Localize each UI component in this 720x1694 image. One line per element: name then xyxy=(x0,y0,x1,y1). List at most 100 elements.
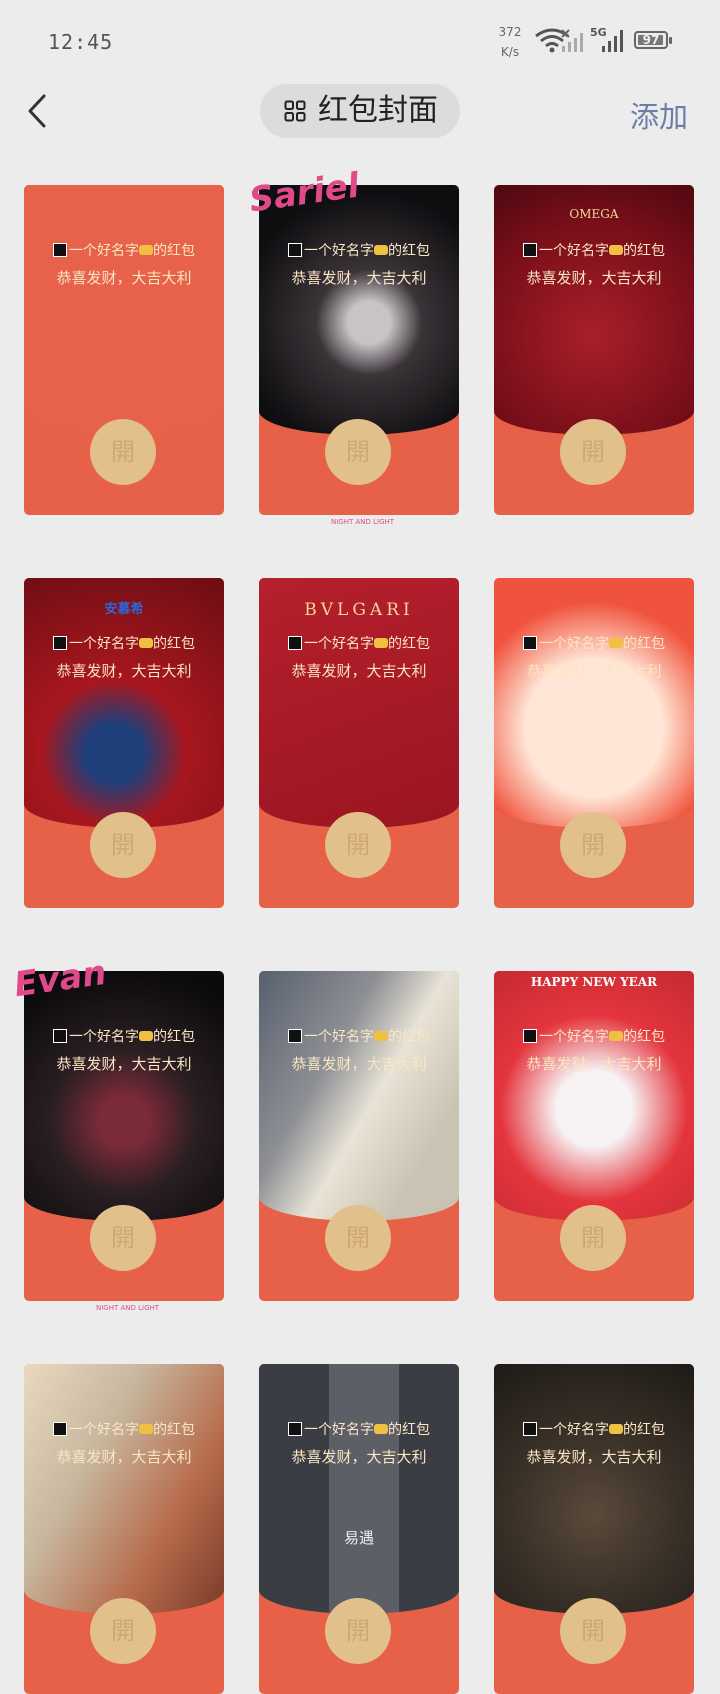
sender-suffix: 的红包 xyxy=(153,243,195,259)
money-bag-icon xyxy=(609,638,623,648)
sender-name: 一个好名字 xyxy=(69,243,139,259)
cover-card-plain-red[interactable]: 一个好名字 的红包 恭喜发财，大吉大利開 xyxy=(24,185,224,515)
signal-icon xyxy=(561,29,583,52)
sender-suffix: 的红包 xyxy=(388,243,430,259)
sender-name: 一个好名字 xyxy=(539,243,609,259)
cover-artwork xyxy=(24,185,224,435)
sender-suffix: 的红包 xyxy=(623,636,665,652)
sender-suffix: 的红包 xyxy=(623,1422,665,1438)
greeting-sender: 一个好名字 的红包 xyxy=(24,240,224,260)
greeting-message: 恭喜发财，大吉大利 xyxy=(56,1448,192,1466)
open-button: 開 xyxy=(560,1598,626,1664)
cover-card-anime-pale[interactable]: 一个好名字 的红包 恭喜发财，大吉大利開 xyxy=(259,971,459,1301)
money-bag-icon xyxy=(139,245,153,255)
sender-name: 一个好名字 xyxy=(304,243,374,259)
cover-card-happy-new-year[interactable]: HAPPY NEW YEAR 一个好名字 的红包 恭喜发财，大吉大利開 xyxy=(494,971,694,1301)
network-speed-value: 372 xyxy=(498,25,522,39)
open-button: 開 xyxy=(90,1598,156,1664)
cover-artwork xyxy=(494,578,694,828)
money-bag-icon xyxy=(374,638,388,648)
cover-artwork xyxy=(494,185,694,435)
status-bar: 12:45 372 K/s 5G 97 xyxy=(0,0,720,80)
cover-caption: 易遇 xyxy=(343,1529,374,1547)
cover-card-chibi-group[interactable]: 一个好名字 的红包 恭喜发财，大吉大利開 xyxy=(494,578,694,908)
avatar xyxy=(523,1422,537,1436)
sender-name: 一个好名字 xyxy=(69,1422,139,1438)
cover-card-bvlgari-dragon[interactable]: BVLGARI 一个好名字 的红包恭喜发财，大吉大利開 xyxy=(259,578,459,908)
back-button[interactable] xyxy=(20,88,60,134)
avatar xyxy=(523,636,537,650)
greeting-sender: 一个好名字 的红包 xyxy=(24,1026,224,1046)
sender-suffix: 的红包 xyxy=(388,636,430,652)
back-chevron-icon xyxy=(28,94,46,128)
sender-suffix: 的红包 xyxy=(153,1422,195,1438)
cover-card-collage[interactable]: 一个好名字 的红包 恭喜发财，大吉大利 易遇開 xyxy=(259,1364,459,1694)
greeting-message: 恭喜发财，大吉大利 xyxy=(56,269,192,287)
avatar xyxy=(523,243,537,257)
avatar xyxy=(53,1422,67,1436)
avatar xyxy=(288,1029,302,1043)
open-button: 開 xyxy=(325,419,391,485)
sender-name: 一个好名字 xyxy=(539,1029,609,1045)
sender-name: 一个好名字 xyxy=(69,1029,139,1045)
greeting-message: 恭喜发财，大吉大利 xyxy=(56,1055,192,1073)
money-bag-icon xyxy=(609,1424,623,1434)
battery-level: 97 xyxy=(642,33,660,47)
sender-suffix: 的红包 xyxy=(153,1029,195,1045)
brand-label: BVLGARI xyxy=(304,600,414,620)
grid-icon xyxy=(284,100,306,122)
cover-card-silver-hair[interactable]: 一个好名字 的红包 恭喜发财，大吉大利開 xyxy=(24,1364,224,1694)
greeting-message: 恭喜发财，大吉大利 xyxy=(291,269,427,287)
cover-footer-tag: NIGHT AND LIGHT xyxy=(331,518,395,526)
greeting-sender: 一个好名字 的红包 xyxy=(24,1419,224,1439)
status-time: 12:45 xyxy=(48,30,114,54)
avatar xyxy=(53,1029,67,1043)
greeting-message: 恭喜发财，大吉大利 xyxy=(291,1055,427,1073)
avatar xyxy=(288,1422,302,1436)
money-bag-icon xyxy=(609,245,623,255)
money-bag-icon xyxy=(374,1424,388,1434)
greeting-message: 恭喜发财，大吉大利 xyxy=(526,662,662,680)
brand-label: HAPPY NEW YEAR xyxy=(530,975,658,989)
open-button: 開 xyxy=(560,1205,626,1271)
money-bag-icon xyxy=(374,1031,388,1041)
money-bag-icon xyxy=(139,1424,153,1434)
greeting-sender: 一个好名字 的红包 xyxy=(494,240,694,260)
add-button[interactable]: 添加 xyxy=(630,94,688,136)
cover-card-anime-sariel[interactable]: 一个好名字 的红包恭喜发财，大吉大利開 xyxy=(259,185,459,515)
avatar xyxy=(288,636,302,650)
greeting-sender: 一个好名字 的红包 xyxy=(494,1026,694,1046)
cover-artwork xyxy=(24,971,224,1221)
greeting-message: 恭喜发财，大吉大利 xyxy=(56,662,192,680)
cover-card-anime-evan[interactable]: 一个好名字 的红包 恭喜发财，大吉大利開 xyxy=(24,971,224,1301)
cover-card-dark-hair[interactable]: 一个好名字 的红包 恭喜发财，大吉大利開 xyxy=(494,1364,694,1694)
network-speed-unit: K/s xyxy=(500,45,520,59)
avatar xyxy=(288,243,302,257)
cover-card-omega-dragon[interactable]: OMEGA 一个好名字 的红包 恭喜发财，大吉大利開 xyxy=(494,185,694,515)
open-button: 開 xyxy=(325,1205,391,1271)
cover-artwork xyxy=(259,971,459,1221)
cover-card-dragon-celebrity[interactable]: 安慕希 一个好名字 的红包 恭喜发财，大吉大利開 xyxy=(24,578,224,908)
avatar xyxy=(53,243,67,257)
cover-artwork xyxy=(494,971,694,1221)
sender-suffix: 的红包 xyxy=(623,1029,665,1045)
page-title: 红包封面 xyxy=(318,93,438,128)
sender-name: 一个好名字 xyxy=(304,636,374,652)
signal-icon xyxy=(602,30,623,52)
open-button: 開 xyxy=(325,812,391,878)
avatar xyxy=(53,636,67,650)
open-button: 開 xyxy=(90,1205,156,1271)
open-button: 開 xyxy=(325,1598,391,1664)
open-button: 開 xyxy=(90,419,156,485)
sender-suffix: 的红包 xyxy=(388,1422,430,1438)
cover-artwork xyxy=(24,1364,224,1614)
greeting-sender: 一个好名字 的红包 xyxy=(494,1419,694,1439)
greeting-message: 恭喜发财，大吉大利 xyxy=(526,1448,662,1466)
sender-suffix: 的红包 xyxy=(388,1029,430,1045)
sender-name: 一个好名字 xyxy=(304,1422,374,1438)
title-pill[interactable]: 红包封面 xyxy=(260,84,460,138)
cover-artwork xyxy=(494,1364,694,1614)
greeting-sender: 一个好名字 的红包 xyxy=(24,633,224,653)
greeting-message: 恭喜发财，大吉大利 xyxy=(291,662,427,680)
greeting-sender: 一个好名字 的红包 xyxy=(494,633,694,653)
